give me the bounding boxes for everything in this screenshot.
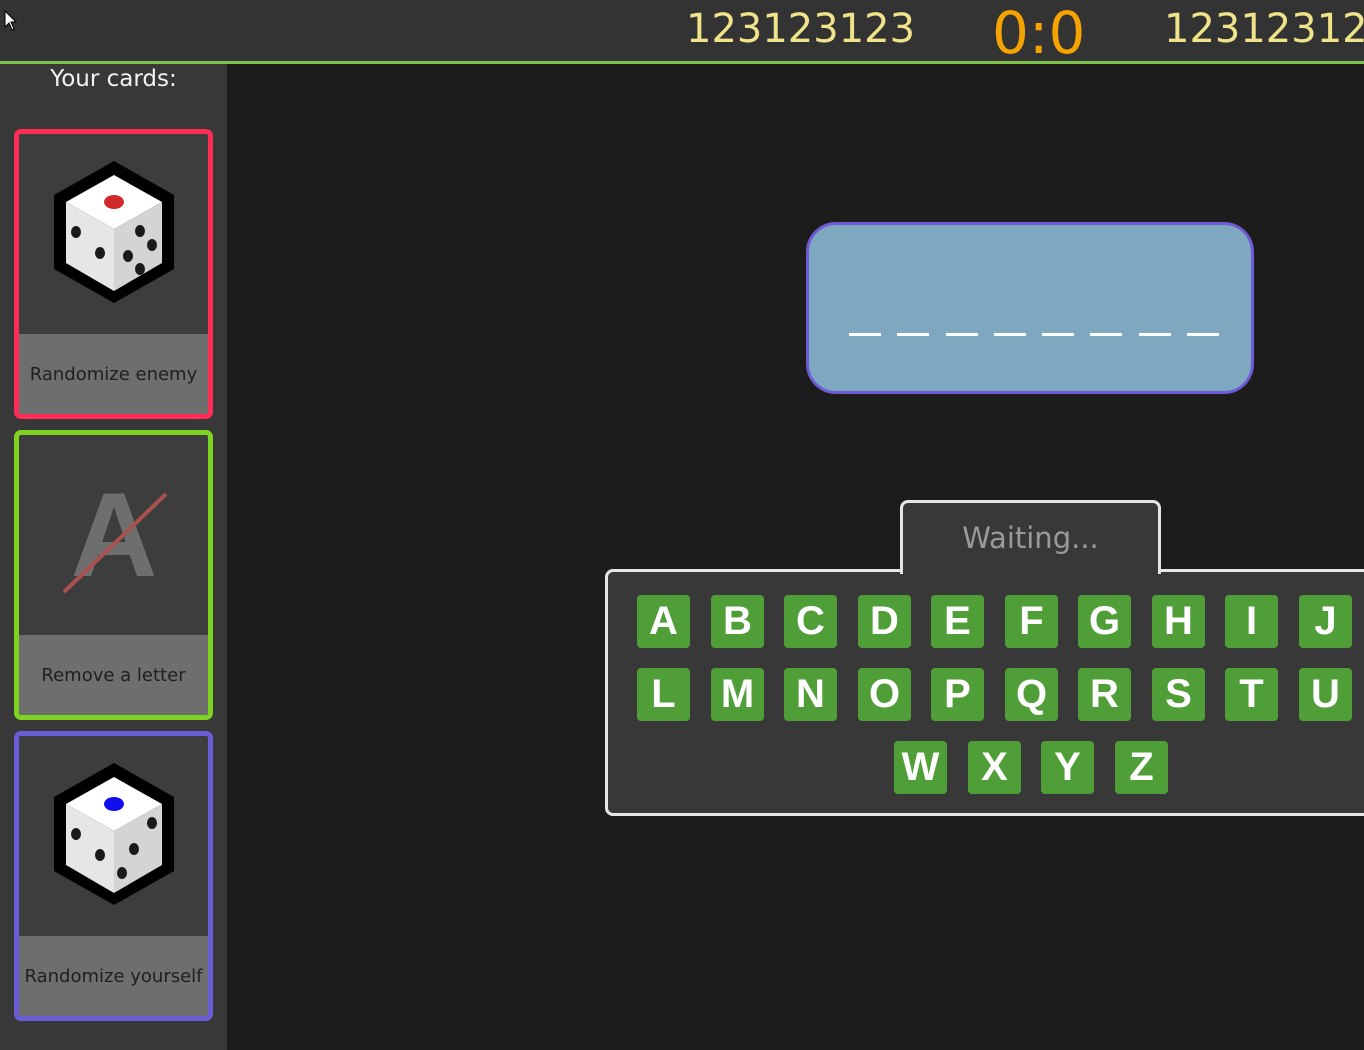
letter-blank: [1042, 333, 1075, 336]
mouse-cursor-icon: [4, 10, 18, 31]
crossed-letter-text: A: [70, 468, 157, 602]
key-s[interactable]: S: [1152, 668, 1205, 721]
card-label: Remove a letter: [19, 635, 208, 715]
dice-icon: [53, 763, 174, 905]
letter-blank: [1186, 333, 1219, 336]
letter-keyboard: ABCDEFGHIJ LMNOPQRSTU WXYZ: [605, 569, 1364, 816]
key-c[interactable]: C: [784, 595, 837, 648]
key-j[interactable]: J: [1299, 595, 1352, 648]
card-art: A: [19, 435, 208, 633]
key-z[interactable]: Z: [1115, 741, 1168, 794]
cards-sidebar: Your cards: Randomize enemy A Remove a l…: [0, 64, 227, 1050]
word-blanks: [849, 303, 1219, 336]
player-right-name: 12312312: [1164, 6, 1364, 52]
key-u[interactable]: U: [1299, 668, 1352, 721]
card-label: Randomize enemy: [19, 334, 208, 414]
key-t[interactable]: T: [1225, 668, 1278, 721]
key-d[interactable]: D: [858, 595, 911, 648]
crossed-letter-icon: A: [62, 468, 167, 602]
sidebar-title: Your cards:: [50, 66, 177, 92]
key-e[interactable]: E: [931, 595, 984, 648]
key-n[interactable]: N: [784, 668, 837, 721]
key-o[interactable]: O: [858, 668, 911, 721]
key-p[interactable]: P: [931, 668, 984, 721]
key-w[interactable]: W: [894, 741, 947, 794]
key-g[interactable]: G: [1078, 595, 1131, 648]
key-b[interactable]: B: [711, 595, 764, 648]
key-x[interactable]: X: [968, 741, 1021, 794]
letter-blank: [945, 333, 978, 336]
top-bar: 123123123 0:0 12312312: [0, 0, 1364, 64]
key-a[interactable]: A: [637, 595, 690, 648]
status-tab: Waiting...: [900, 500, 1161, 574]
key-q[interactable]: Q: [1005, 668, 1058, 721]
letter-blank: [1090, 333, 1123, 336]
letter-blank: [849, 333, 881, 336]
word-display: [806, 222, 1254, 394]
status-text: Waiting...: [962, 521, 1099, 555]
card-label: Randomize yourself: [19, 936, 208, 1016]
score-display: 0:0: [992, 0, 1086, 64]
key-h[interactable]: H: [1152, 595, 1205, 648]
letter-blank: [897, 333, 930, 336]
card-randomize-enemy[interactable]: Randomize enemy: [14, 129, 213, 419]
key-f[interactable]: F: [1005, 595, 1058, 648]
card-randomize-yourself[interactable]: Randomize yourself: [14, 731, 213, 1021]
card-art: [19, 134, 208, 332]
key-m[interactable]: M: [711, 668, 764, 721]
player-left-name: 123123123: [686, 6, 916, 52]
dice-icon: [53, 161, 174, 303]
key-i[interactable]: I: [1225, 595, 1278, 648]
key-l[interactable]: L: [637, 668, 690, 721]
card-remove-letter[interactable]: A Remove a letter: [14, 430, 213, 720]
letter-blank: [993, 333, 1026, 336]
key-y[interactable]: Y: [1041, 741, 1094, 794]
key-r[interactable]: R: [1078, 668, 1131, 721]
letter-blank: [1138, 333, 1171, 336]
card-art: [19, 736, 208, 934]
